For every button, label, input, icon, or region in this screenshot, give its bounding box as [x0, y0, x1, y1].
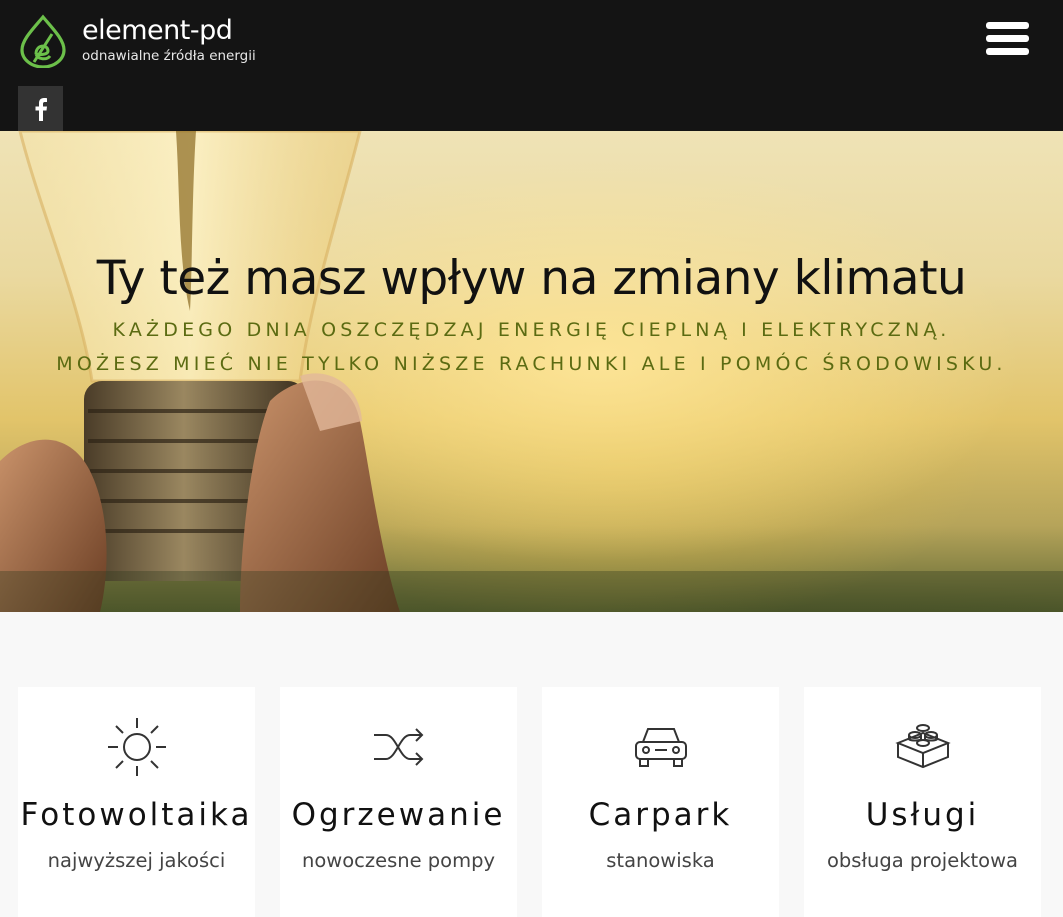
card-text: obsługa projektowa	[827, 849, 1018, 872]
logo[interactable]: element-pd odnawialne źródła energii	[18, 14, 256, 68]
hero-title: Ty też masz wpływ na zmiany klimatu	[96, 251, 967, 306]
brand-name: element-pd	[82, 15, 233, 46]
brand-tagline: odnawialne źródła energii	[82, 48, 256, 64]
card-title: Ogrzewanie	[291, 797, 506, 833]
card-title: Usługi	[865, 797, 980, 833]
leaf-logo-icon	[20, 14, 66, 68]
hamburger-menu-button[interactable]	[986, 22, 1030, 60]
site-header: element-pd odnawialne źródła energii	[0, 0, 1063, 131]
hero-subtitle-line1: KAŻDEGO DNIA OSZCZĘDZAJ ENERGIĘ CIEPLNĄ …	[112, 319, 951, 341]
service-card-uslugi[interactable]: Usługi obsługa projektowa	[804, 687, 1041, 917]
hero-banner: Ty też masz wpływ na zmiany klimatu KAŻD…	[0, 131, 1063, 612]
card-text: stanowiska	[606, 849, 715, 872]
facebook-link[interactable]	[18, 86, 63, 131]
hero-subtitle-line2: MOŻESZ MIEĆ NIE TYLKO NIŻSZE RACHUNKI AL…	[56, 353, 1007, 375]
facebook-icon	[35, 97, 47, 121]
service-card-ogrzewanie[interactable]: Ogrzewanie nowoczesne pompy	[280, 687, 517, 917]
services-section: Fotowoltaika najwyższej jakości Ogrzewan…	[0, 612, 1063, 917]
car-icon	[634, 728, 687, 767]
card-text: najwyższej jakości	[47, 849, 226, 872]
card-text: nowoczesne pompy	[301, 849, 496, 872]
lego-brick-icon	[894, 724, 951, 769]
card-title: Carpark	[588, 797, 733, 833]
service-card-carpark[interactable]: Carpark stanowiska	[542, 687, 779, 917]
card-title: Fotowoltaika	[20, 797, 253, 833]
service-card-fotowoltaika[interactable]: Fotowoltaika najwyższej jakości	[18, 687, 255, 917]
sun-icon	[107, 718, 166, 776]
shuffle-icon	[373, 728, 423, 766]
hamburger-icon	[986, 22, 1029, 29]
